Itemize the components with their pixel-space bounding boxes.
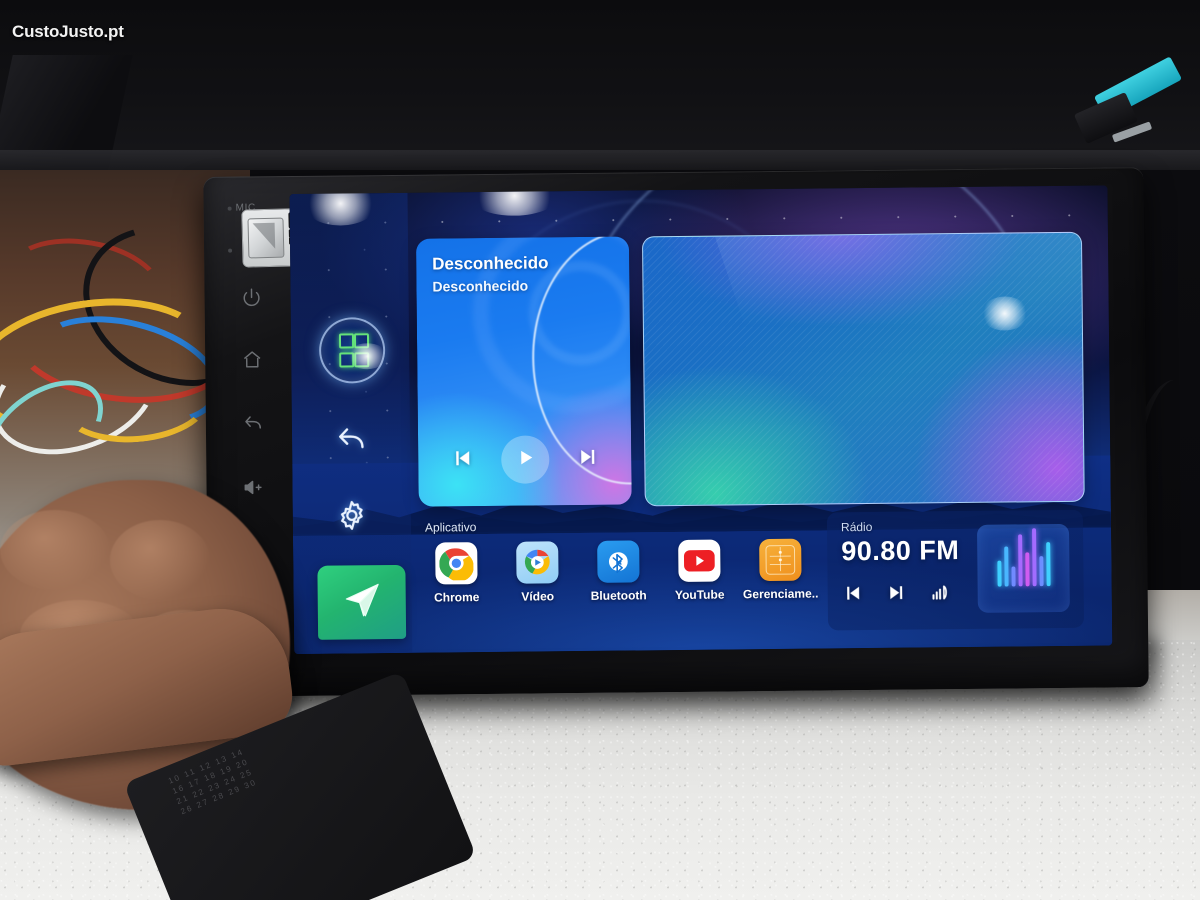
home-button[interactable]	[235, 344, 269, 378]
app-item-bluetooth[interactable]: Bluetooth	[581, 540, 656, 603]
back-icon	[242, 412, 264, 439]
radio-controls	[842, 581, 952, 609]
secondary-widget-card[interactable]	[641, 231, 1085, 507]
skip-next-icon	[576, 444, 600, 473]
now-playing-card[interactable]: Desconhecido Desconhecido	[415, 236, 632, 507]
radio-label: Rádio	[840, 519, 873, 535]
skip-next-icon	[886, 582, 908, 609]
app-dock-row: Chrome Vídeo Bluetooth YouTube Gerenciam…	[419, 538, 819, 605]
site-watermark: CustoJusto.pt	[12, 22, 124, 41]
media-next-button[interactable]	[576, 444, 600, 473]
mic-hole	[227, 206, 232, 211]
app-dock-label: Aplicativo	[424, 520, 477, 535]
radio-next-button[interactable]	[886, 582, 908, 609]
play-icon	[513, 445, 537, 474]
sticker-peel-illustration	[242, 209, 289, 266]
skip-previous-icon	[842, 582, 864, 609]
background-monitor	[0, 0, 1200, 170]
settings-button[interactable]	[323, 491, 382, 544]
power-button[interactable]	[234, 282, 268, 316]
car-head-unit: MIC Desconhecido Desconhecido Aplicativo…	[203, 167, 1149, 697]
app-item-youtube[interactable]: YouTube	[662, 539, 737, 602]
app-item-chrome[interactable]: Chrome	[419, 542, 494, 605]
radio-widget[interactable]: Rádio 90.80 FM	[826, 509, 1085, 631]
app-item-file-manager[interactable]: Gerenciame..	[742, 538, 819, 602]
media-transport-controls	[418, 434, 631, 484]
screenshot-root: MIC Desconhecido Desconhecido Aplicativo…	[0, 0, 1200, 900]
home-icon	[241, 348, 263, 375]
visualizer-bar	[1010, 566, 1016, 587]
equalizer-icon	[930, 581, 952, 608]
app-item-video[interactable]: Vídeo	[500, 541, 575, 604]
visualizer-bar	[1017, 534, 1023, 587]
navigation-tile[interactable]	[317, 564, 407, 640]
now-playing-title: Desconhecido	[432, 253, 549, 274]
now-playing-artist: Desconhecido	[432, 277, 529, 295]
youtube-icon	[678, 539, 721, 582]
touchscreen-display[interactable]: Desconhecido Desconhecido Aplicativo Chr…	[289, 185, 1113, 655]
media-previous-button[interactable]	[450, 446, 474, 475]
visualizer-bar	[1024, 552, 1030, 587]
app-dock: Aplicativo Chrome Vídeo Bluetooth YouTub…	[419, 517, 819, 633]
visualizer-bar	[1031, 528, 1037, 587]
back-button[interactable]	[236, 408, 270, 442]
bluetooth-icon	[597, 540, 640, 583]
file-manager-icon	[759, 538, 802, 582]
visualizer-bar	[1045, 542, 1051, 587]
apps-grid-icon	[338, 333, 370, 368]
volume-up-button[interactable]	[236, 472, 270, 506]
app-label-chrome: Chrome	[433, 590, 480, 605]
screen-back-button[interactable]	[322, 415, 381, 468]
app-label-video: Vídeo	[521, 589, 555, 604]
visualizer-bar	[996, 560, 1002, 587]
apps-grid-button[interactable]	[318, 317, 386, 384]
radio-visualizer	[976, 523, 1070, 613]
app-label-bluetooth: Bluetooth	[590, 588, 647, 603]
radio-equalizer-button[interactable]	[930, 581, 952, 608]
chrome-icon	[435, 542, 478, 585]
visualizer-bar	[1038, 556, 1044, 587]
gear-icon	[335, 498, 369, 537]
video-player-icon	[516, 541, 559, 584]
radio-previous-button[interactable]	[842, 582, 864, 609]
back-arrow-icon	[334, 422, 368, 461]
power-icon	[240, 286, 262, 313]
ir-sensor	[228, 248, 233, 253]
skip-previous-icon	[450, 446, 474, 475]
radio-frequency: 90.80 FM	[841, 535, 960, 567]
media-play-button[interactable]	[500, 435, 550, 484]
left-navigation-rail	[289, 192, 413, 655]
app-label-file-manager: Gerenciame..	[742, 586, 819, 602]
visualizer-bar	[1003, 546, 1009, 587]
navigation-arrow-icon	[340, 578, 385, 627]
app-label-youtube: YouTube	[674, 587, 725, 603]
volume-up-icon	[242, 476, 264, 503]
